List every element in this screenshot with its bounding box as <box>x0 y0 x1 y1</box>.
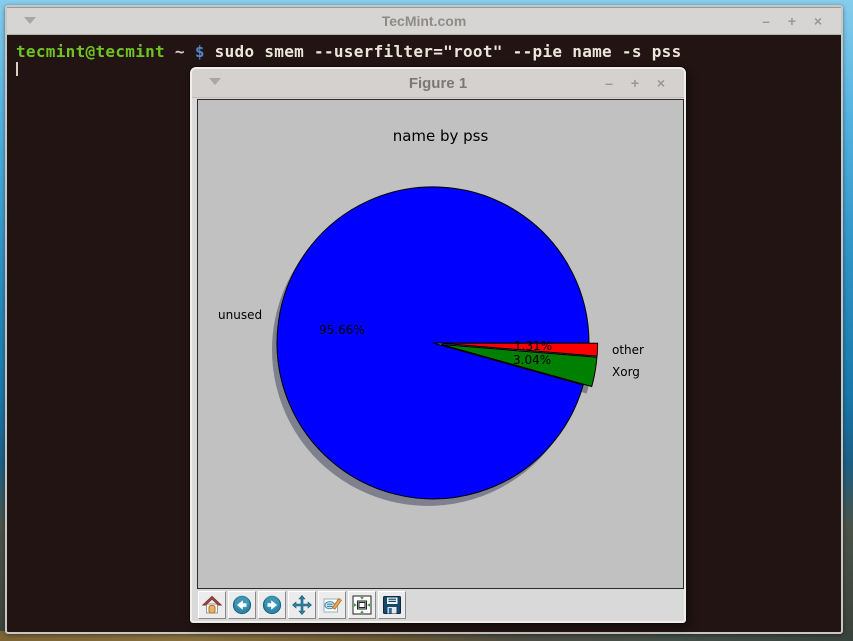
back-arrow-icon <box>231 594 253 616</box>
chart-title: name by pss <box>198 127 683 145</box>
zoom-to-rect-icon <box>321 594 343 616</box>
maximize-button[interactable]: + <box>785 14 799 28</box>
prompt-separator: ~ <box>165 42 195 61</box>
close-button[interactable]: × <box>811 14 825 28</box>
terminal-titlebar[interactable]: TecMint.com – + × <box>7 7 841 35</box>
prompt-user-host: tecmint@tecmint <box>16 42 165 61</box>
terminal-window-controls: – + × <box>759 8 825 34</box>
pan-move-icon <box>291 594 313 616</box>
terminal-command: sudo smem --userfilter="root" --pie name… <box>205 42 682 61</box>
back-button[interactable] <box>228 591 256 619</box>
subplots-button[interactable] <box>348 591 376 619</box>
slice-label-xorg: Xorg <box>612 365 640 379</box>
save-button[interactable] <box>378 591 406 619</box>
terminal-prompt-line: tecmint@tecmint ~ $ sudo smem --userfilt… <box>16 43 682 60</box>
forward-arrow-icon <box>261 594 283 616</box>
terminal-cursor <box>16 62 18 76</box>
slice-pct-unused: 95.66% <box>319 323 365 337</box>
close-button[interactable]: × <box>654 76 668 90</box>
slice-label-unused: unused <box>218 308 262 322</box>
prompt-dollar: $ <box>195 42 205 61</box>
slice-pct-xorg: 3.04% <box>513 353 551 367</box>
window-menu-icon[interactable] <box>24 17 36 24</box>
zoom-rect-button[interactable] <box>318 591 346 619</box>
figure-toolbar <box>198 591 406 619</box>
configure-subplots-icon <box>351 594 373 616</box>
minimize-button[interactable]: – <box>602 76 616 90</box>
maximize-button[interactable]: + <box>628 76 642 90</box>
home-button[interactable] <box>198 591 226 619</box>
terminal-title: TecMint.com <box>7 13 841 29</box>
forward-button[interactable] <box>258 591 286 619</box>
save-floppy-icon <box>381 594 403 616</box>
figure-window: Figure 1 – + × name by pss unused other … <box>190 67 686 623</box>
slice-label-other: other <box>612 343 644 357</box>
figure-window-controls: – + × <box>602 69 668 97</box>
slice-pct-other: 1.31% <box>514 339 552 353</box>
home-icon <box>201 594 223 616</box>
figure-titlebar[interactable]: Figure 1 – + × <box>192 69 684 98</box>
window-menu-icon[interactable] <box>209 78 221 85</box>
pan-button[interactable] <box>288 591 316 619</box>
minimize-button[interactable]: – <box>759 14 773 28</box>
plot-canvas[interactable]: name by pss unused other Xorg 95.66% 1.3… <box>197 99 684 589</box>
pie-svg <box>198 100 683 588</box>
